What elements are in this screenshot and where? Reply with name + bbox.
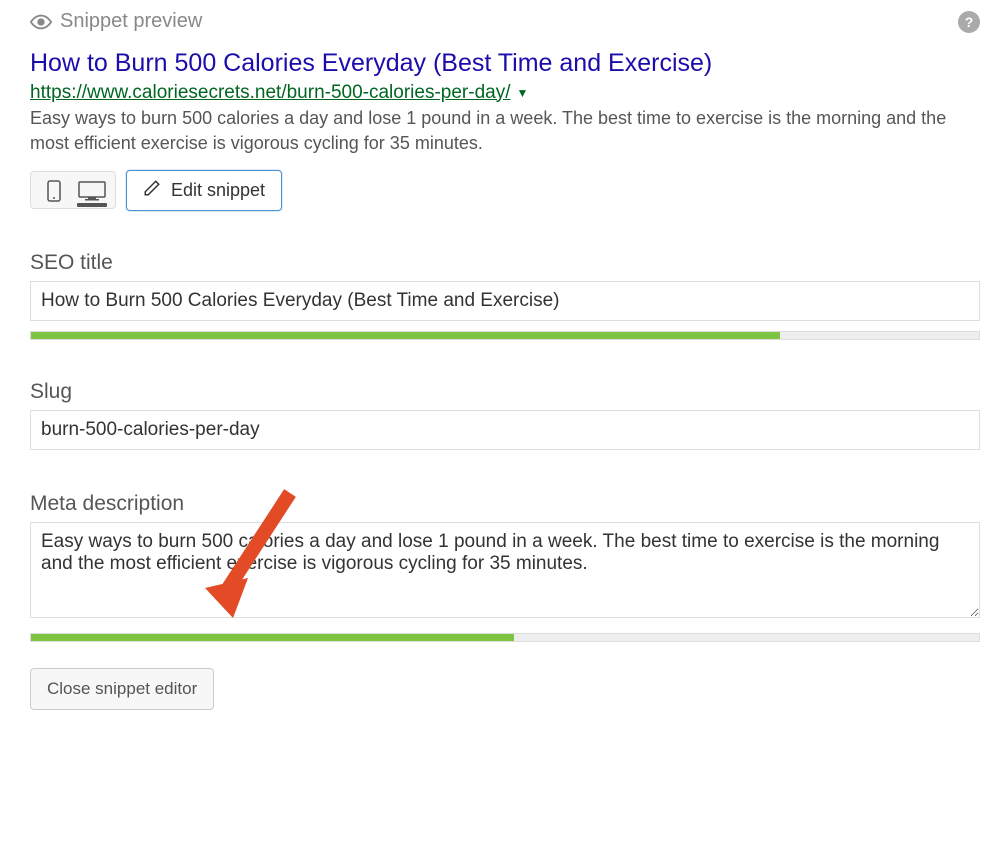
header-left: Snippet preview bbox=[30, 10, 202, 33]
preview-title: How to Burn 500 Calories Everyday (Best … bbox=[30, 47, 980, 80]
edit-snippet-label: Edit snippet bbox=[171, 180, 265, 201]
help-icon[interactable]: ? bbox=[958, 11, 980, 33]
header-row: Snippet preview ? bbox=[30, 10, 980, 33]
snippet-preview: How to Burn 500 Calories Everyday (Best … bbox=[30, 47, 980, 211]
seo-title-group: SEO title bbox=[30, 251, 980, 340]
seo-title-label: SEO title bbox=[30, 251, 980, 275]
preview-url-line: https://www.caloriesecrets.net/burn-500-… bbox=[30, 82, 980, 104]
eye-icon bbox=[30, 11, 52, 33]
seo-title-progress bbox=[30, 331, 980, 340]
slug-label: Slug bbox=[30, 380, 980, 404]
seo-title-input[interactable] bbox=[30, 281, 980, 321]
meta-description-progress bbox=[30, 633, 980, 642]
meta-description-progress-fill bbox=[31, 634, 514, 641]
header-title: Snippet preview bbox=[60, 10, 202, 33]
device-toggle bbox=[30, 171, 116, 209]
slug-group: Slug bbox=[30, 380, 980, 450]
preview-description: Easy ways to burn 500 calories a day and… bbox=[30, 106, 980, 156]
preview-url[interactable]: https://www.caloriesecrets.net/burn-500-… bbox=[30, 82, 510, 104]
meta-description-label: Meta description bbox=[30, 492, 980, 516]
seo-title-progress-fill bbox=[31, 332, 780, 339]
close-snippet-editor-button[interactable]: Close snippet editor bbox=[30, 668, 214, 710]
meta-description-input[interactable] bbox=[30, 522, 980, 618]
meta-description-group: Meta description bbox=[30, 492, 980, 642]
snippet-actions: Edit snippet bbox=[30, 170, 980, 211]
desktop-view-button[interactable] bbox=[77, 178, 107, 202]
mobile-view-button[interactable] bbox=[39, 178, 69, 202]
close-snippet-editor-label: Close snippet editor bbox=[47, 679, 197, 698]
slug-input[interactable] bbox=[30, 410, 980, 450]
pencil-icon bbox=[143, 179, 161, 202]
chevron-down-icon[interactable]: ▼ bbox=[516, 86, 528, 100]
edit-snippet-button[interactable]: Edit snippet bbox=[126, 170, 282, 211]
